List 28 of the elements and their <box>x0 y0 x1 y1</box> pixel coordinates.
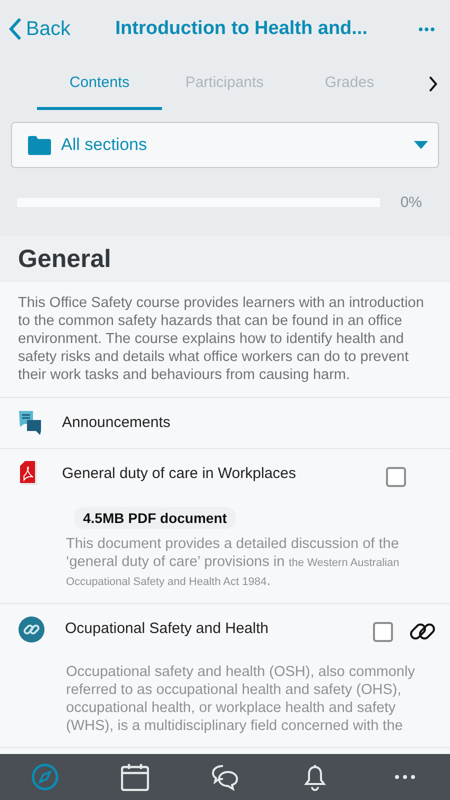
link-icon <box>18 616 45 643</box>
file-size-badge: 4.5MB PDF document <box>74 507 236 529</box>
section-dropdown[interactable]: All sections <box>11 122 439 168</box>
module-description: Occupational safety and health (OSH), also commonly referred to as occupational health and safety (OHS), occupational health, or workplace health and safety (WHS), is a multidisciplinary field concerned with the <box>66 663 416 735</box>
section-summary: This Office Safety course provides learners with an introduction to the common safety hazards that can be found in an office environment. The course explains how to identify health and safety risks and details what office workers can do to prevent their work tasks and behaviours from causing harm. <box>0 282 450 398</box>
module-name[interactable]: General duty of care in Workplaces <box>62 461 366 482</box>
compass-icon <box>32 764 58 790</box>
more-button[interactable]: ••• <box>412 21 442 37</box>
back-button[interactable]: Back <box>8 17 70 41</box>
more-icon <box>395 775 415 779</box>
folder-icon <box>28 136 51 154</box>
section-title: General <box>0 236 450 282</box>
calendar-icon <box>121 763 149 791</box>
chat-icon <box>212 765 238 790</box>
completion-checkbox[interactable] <box>373 622 393 642</box>
tab[interactable]: Participants <box>162 58 287 110</box>
tab[interactable]: Grades <box>287 58 412 110</box>
tab[interactable]: Contents <box>37 58 162 110</box>
caret-down-icon <box>414 141 428 149</box>
course-title: Introduction to Health and... <box>114 18 368 40</box>
bell-icon <box>305 764 325 791</box>
chat-icon <box>18 410 42 436</box>
module-description: This document provides a detailed discussion of the ‘general duty of care’ provisions in the Western Australian Occupational Safety and Health Act 1984. <box>66 535 400 591</box>
module-name[interactable]: Announcements <box>62 410 436 431</box>
completion-checkbox[interactable] <box>386 467 406 487</box>
chevron-left-icon <box>8 17 22 41</box>
progress-reading: 0% <box>400 194 422 210</box>
module-name[interactable]: Ocupational Safety and Health <box>65 616 353 637</box>
